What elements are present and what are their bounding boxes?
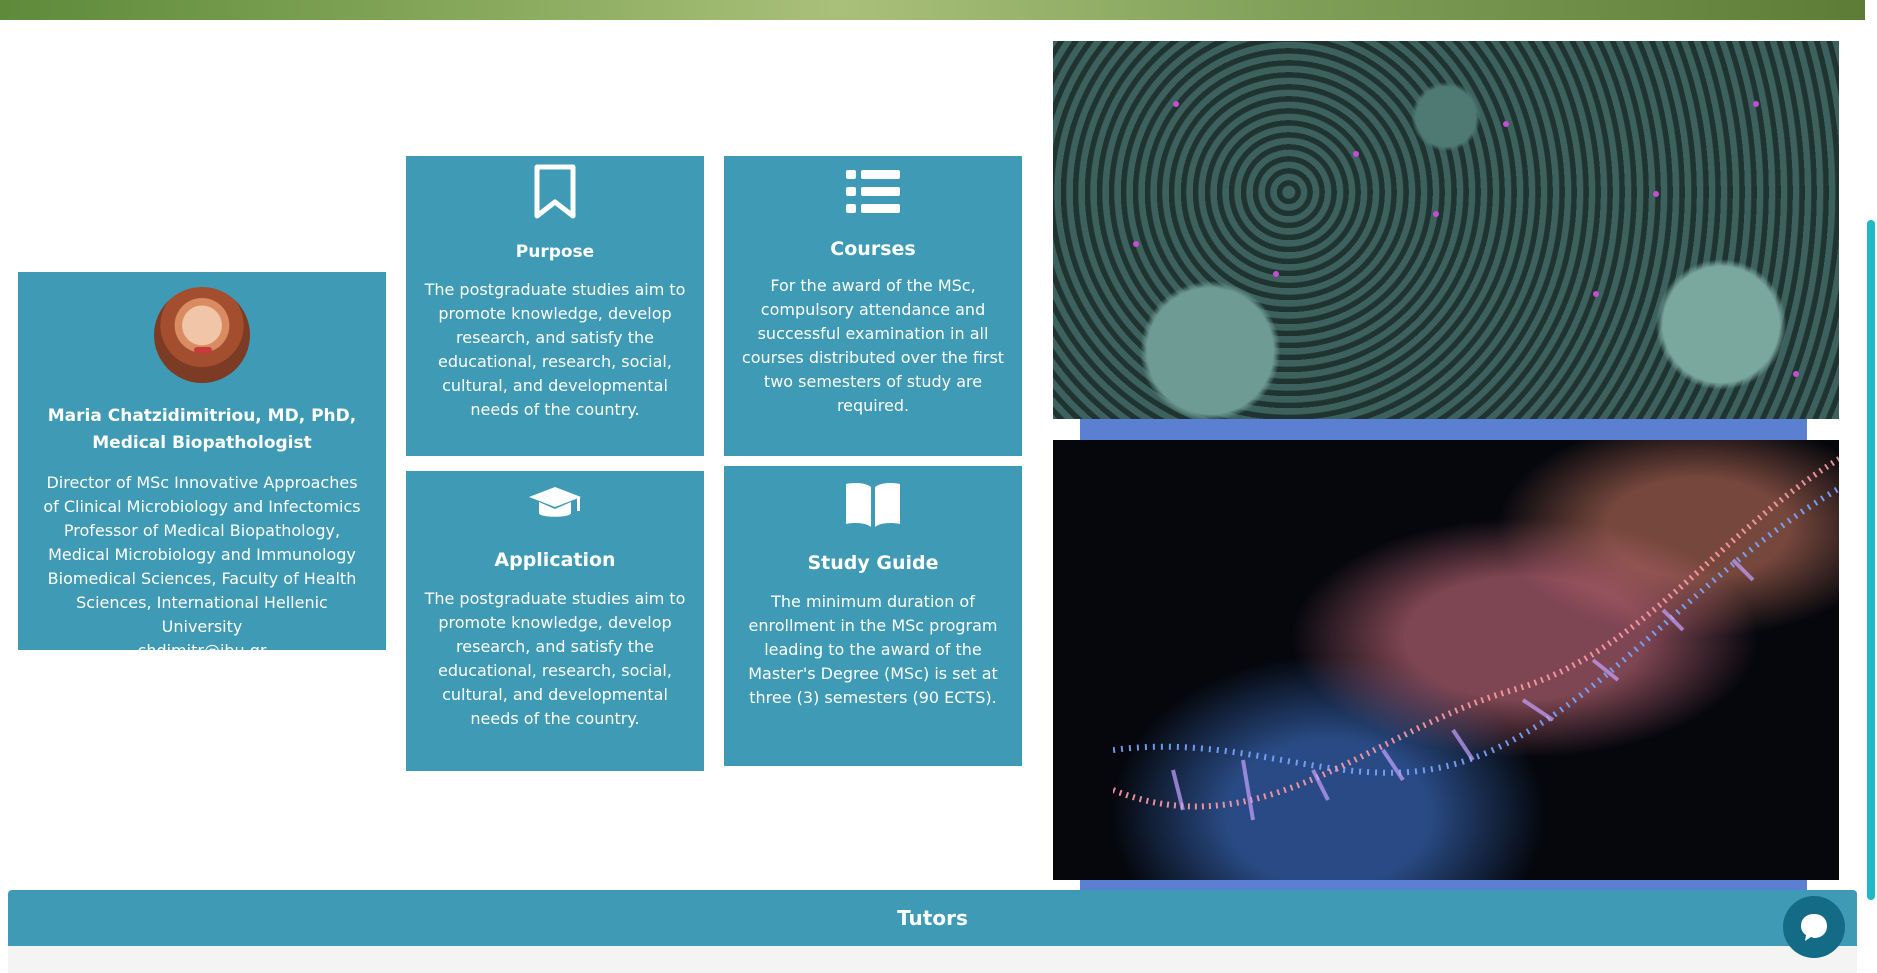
- avatar: [154, 287, 250, 383]
- scrollbar-thumb[interactable]: [1867, 220, 1875, 900]
- application-title: Application: [494, 549, 616, 571]
- courses-card[interactable]: Courses For the award of the MSc, compul…: [724, 156, 1022, 456]
- profile-name: Maria Chatzidimitriou, MD, PhD, Medical …: [47, 406, 357, 453]
- courses-text: For the award of the MSc, compulsory att…: [741, 276, 1005, 415]
- tutors-accordion-header[interactable]: Tutors: [8, 890, 1857, 946]
- purpose-title: Purpose: [515, 242, 595, 262]
- header-banner-image: [0, 0, 1865, 20]
- open-book-icon: [738, 466, 1008, 528]
- study-guide-text: The minimum duration of enrollment in th…: [748, 592, 998, 707]
- tutors-content-area: [8, 946, 1857, 973]
- study-guide-title: Study Guide: [807, 552, 939, 574]
- application-text: The postgraduate studies aim to promote …: [424, 589, 686, 728]
- purpose-text: The postgraduate studies aim to promote …: [424, 280, 686, 419]
- profile-email[interactable]: chdimitr@ihu.gr: [38, 639, 366, 663]
- virus-microscopy-image: [1053, 41, 1839, 419]
- profile-description-text: Director of MSc Innovative Approaches of…: [43, 473, 361, 636]
- courses-title: Courses: [830, 238, 916, 260]
- graduation-cap-icon: [420, 471, 690, 523]
- study-guide-card[interactable]: Study Guide The minimum duration of enro…: [724, 466, 1022, 766]
- chat-button[interactable]: [1783, 896, 1845, 958]
- dna-helix-image: [1053, 440, 1839, 880]
- chat-bubble-icon: [1801, 914, 1827, 941]
- profile-description: Director of MSc Innovative Approaches of…: [38, 471, 366, 663]
- list-icon: [738, 156, 1008, 214]
- bookmark-icon: [420, 156, 690, 220]
- purpose-card[interactable]: Purpose The postgraduate studies aim to …: [406, 156, 704, 456]
- application-card[interactable]: Application The postgraduate studies aim…: [406, 471, 704, 771]
- director-profile-card: Maria Chatzidimitriou, MD, PhD, Medical …: [18, 272, 386, 660]
